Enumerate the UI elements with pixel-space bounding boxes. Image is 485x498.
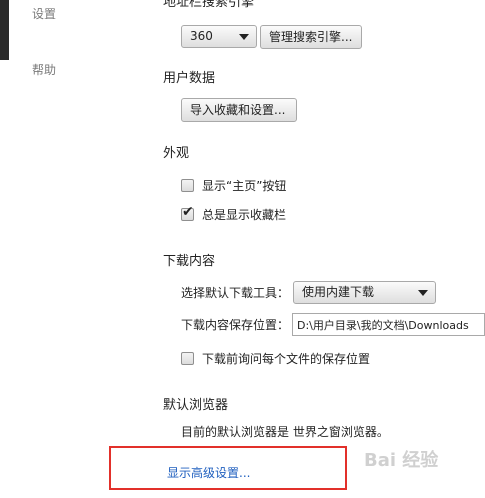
download-location-input[interactable] — [292, 313, 485, 336]
chevron-down-icon — [418, 290, 428, 296]
appearance-title: 外观 — [163, 146, 190, 161]
default-browser-title: 默认浏览器 — [163, 398, 229, 413]
watermark-logo: Bai 经验 — [364, 450, 439, 471]
sidebar: 设置 帮助 — [0, 0, 150, 498]
show-home-button-checkbox[interactable] — [181, 179, 194, 192]
import-bookmarks-button[interactable]: 导入收藏和设置... — [181, 98, 297, 122]
show-home-button-label: 显示“主页”按钮 — [202, 179, 287, 193]
default-browser-status: 目前的默认浏览器是 世界之窗浏览器。 — [181, 425, 389, 439]
sidebar-item-settings[interactable]: 设置 — [32, 7, 56, 21]
search-engine-select[interactable]: 360 — [181, 25, 257, 48]
show-bookmarks-bar-checkbox[interactable]: ✔ — [181, 204, 194, 221]
download-tool-select-value: 使用内建下载 — [302, 285, 375, 299]
downloads-title: 下载内容 — [163, 254, 216, 269]
search-engine-select-value: 360 — [190, 29, 213, 43]
manage-search-engines-button[interactable]: 管理搜索引擎... — [260, 25, 362, 49]
search-engine-title: 地址栏搜索引擎 — [163, 0, 255, 10]
highlight-box — [109, 446, 347, 490]
checkmark-icon: ✔ — [182, 204, 194, 220]
sidebar-edge — [0, 0, 9, 60]
download-tool-label: 选择默认下载工具： — [181, 286, 290, 300]
ask-download-location-label: 下载前询问每个文件的保存位置 — [202, 352, 371, 366]
user-data-title: 用户数据 — [163, 71, 216, 86]
show-bookmarks-bar-label: 总是显示收藏栏 — [202, 208, 287, 222]
download-location-label: 下载内容保存位置： — [181, 318, 290, 332]
download-tool-select[interactable]: 使用内建下载 — [293, 281, 436, 304]
chevron-down-icon — [239, 34, 249, 40]
sidebar-item-help[interactable]: 帮助 — [32, 63, 56, 77]
ask-download-location-checkbox[interactable] — [181, 352, 194, 365]
